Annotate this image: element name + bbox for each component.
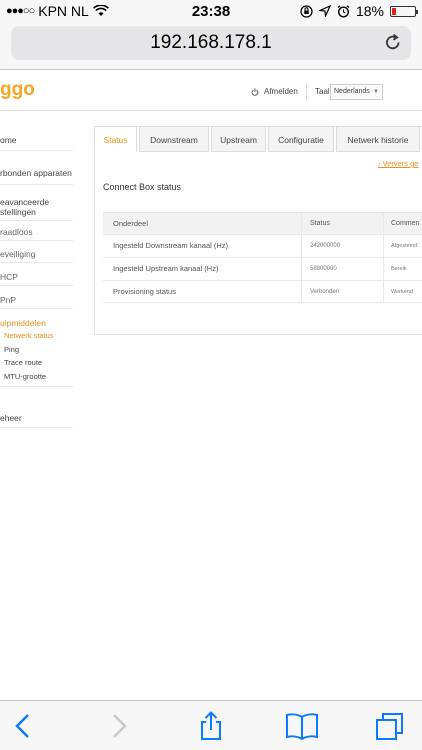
column-divider	[301, 258, 302, 280]
forward-icon[interactable]	[104, 711, 134, 741]
sidebar-item-security[interactable]: eveiliging	[0, 249, 73, 259]
column-divider	[301, 281, 302, 302]
url-text[interactable]: 192.168.178.1	[11, 26, 411, 60]
cell-component: Provisioning status	[113, 287, 176, 296]
sidebar-item-advanced-line1[interactable]: eavanceerde	[0, 197, 73, 207]
back-icon[interactable]	[8, 711, 38, 741]
sidebar-divider	[0, 262, 73, 263]
table-row: Ingesteld Upstream kanaal (Hz) 58800000 …	[103, 257, 422, 280]
tab-status[interactable]: Status	[94, 126, 137, 152]
refresh-link[interactable]: › Ververs ge	[378, 159, 418, 168]
sidebar-item-wireless[interactable]: raadloos	[0, 227, 73, 237]
sidebar-divider	[0, 308, 73, 309]
language-value[interactable]: Nederlands	[334, 88, 370, 95]
sidebar-item-connected-devices[interactable]: rbonden apparaten	[0, 168, 73, 178]
sidebar-item-home[interactable]: ome	[0, 135, 73, 145]
sidebar-divider	[0, 386, 73, 387]
table-row: Provisioning status Verbonden Werkend	[103, 280, 422, 303]
logout-button[interactable]: Afmelden	[251, 87, 298, 96]
sidebar-subitem-trace-route[interactable]: Trace route	[4, 358, 42, 367]
column-header-comment: Commen	[391, 220, 420, 227]
power-icon	[251, 87, 259, 96]
location-icon	[318, 5, 331, 17]
cell-comment: Bereik	[391, 266, 407, 272]
sidebar-item-management[interactable]: eheer	[0, 413, 73, 423]
address-bar[interactable]: 192.168.178.1	[11, 26, 411, 60]
cell-component: Ingesteld Upstream kanaal (Hz)	[113, 264, 219, 273]
chevron-down-icon: ▼	[373, 89, 379, 95]
sidebar-divider	[0, 220, 73, 221]
sidebar-subitem-mtu-size[interactable]: MTU-grootte	[4, 372, 46, 381]
cell-status: Verbonden	[310, 289, 340, 295]
ios-status-bar: ●●●○○ KPN NL 23:38 18%	[0, 0, 422, 22]
rotation-lock-icon	[300, 4, 313, 18]
header-divider	[306, 83, 307, 101]
battery-percentage: 18%	[355, 3, 384, 19]
sidebar-divider	[0, 150, 73, 151]
cell-comment: Afgestemd	[391, 243, 418, 249]
tab-upstream[interactable]: Upstream	[211, 126, 266, 152]
language-select[interactable]: Nederlands ▼	[330, 84, 383, 100]
cell-status: 58800000	[310, 266, 337, 272]
tab-network-history[interactable]: Netwerk historie	[336, 126, 420, 152]
sidebar-divider	[0, 184, 73, 185]
table-header: Onderdeel Status Commen	[103, 212, 422, 234]
browser-toolbar	[0, 700, 422, 750]
sidebar-item-tools[interactable]: ulpmiddelen	[0, 318, 73, 328]
sidebar-subitem-network-status[interactable]: Netwerk status	[4, 331, 54, 340]
browser-address-area: 192.168.178.1	[0, 22, 422, 70]
language-label: Taal	[315, 87, 330, 96]
section-title: Connect Box status	[103, 182, 182, 192]
battery-fill	[392, 7, 396, 15]
router-header: ggo Afmelden Taal Nederlands ▼	[0, 71, 422, 111]
table-row: Ingesteld Downstream kanaal (Hz) 2420000…	[103, 234, 422, 257]
reload-icon[interactable]	[383, 33, 403, 53]
brand-logo[interactable]: ggo	[0, 79, 35, 101]
logout-label[interactable]: Afmelden	[264, 87, 298, 96]
cell-comment: Werkend	[391, 289, 413, 295]
sidebar-divider	[0, 285, 73, 286]
refresh-link-label[interactable]: Ververs ge	[383, 159, 419, 168]
bookmarks-icon[interactable]	[285, 711, 319, 741]
tab-configuration[interactable]: Configuratie	[268, 126, 334, 152]
column-header-component: Onderdeel	[113, 219, 149, 228]
alarm-icon	[337, 4, 350, 18]
sidebar-item-advanced-line2[interactable]: stellingen	[0, 207, 73, 217]
column-divider	[383, 213, 384, 234]
column-divider	[301, 213, 302, 234]
sidebar-item-dhcp[interactable]: HCP	[0, 272, 73, 282]
battery-icon	[390, 5, 418, 17]
sidebar-divider	[0, 240, 73, 241]
sidebar-item-upnp[interactable]: PnP	[0, 295, 73, 305]
column-divider	[301, 235, 302, 257]
column-header-status: Status	[310, 220, 330, 227]
column-divider	[383, 235, 384, 257]
cell-component: Ingesteld Downstream kanaal (Hz)	[113, 241, 229, 250]
sidebar-divider	[0, 427, 73, 428]
column-divider	[383, 281, 384, 302]
column-divider	[383, 258, 384, 280]
tab-downstream[interactable]: Downstream	[139, 126, 209, 152]
tabs-icon[interactable]	[375, 711, 405, 741]
sidebar-subitem-ping[interactable]: Ping	[4, 345, 19, 354]
share-icon[interactable]	[196, 711, 226, 741]
cell-status: 242000000	[310, 243, 341, 249]
